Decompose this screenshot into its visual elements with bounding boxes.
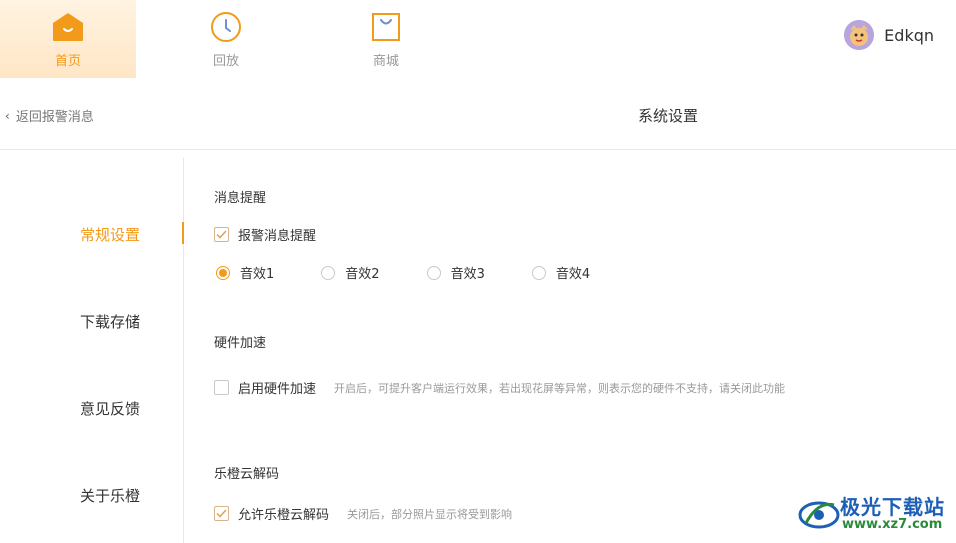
sound-option-1[interactable]: 音效1 — [216, 263, 274, 282]
nav-store-label: 商城 — [372, 54, 399, 69]
user-profile[interactable]: Edkqn — [844, 20, 934, 50]
sound-option-2[interactable]: 音效2 — [321, 263, 380, 282]
back-label: 返回报警消息 — [15, 110, 94, 125]
active-tab-indicator — [182, 222, 184, 244]
alarm-message-label: 报警消息提醒 — [238, 229, 317, 244]
shopping-bag-icon — [369, 10, 403, 44]
watermark-logo-icon — [798, 501, 840, 529]
sound-option-label: 音效3 — [450, 267, 485, 282]
home-icon — [51, 10, 85, 44]
watermark-text: 极光下载站 — [840, 495, 945, 519]
chevron-left-icon: ‹ — [5, 108, 10, 123]
top-navigation-bar: 首页 回放 商城 Edkqn — [0, 0, 956, 78]
hardware-acceleration-description: 开启后，可提升客户端运行效果，若出现花屏等异常，则表示您的硬件不支持，请关闭此功… — [334, 381, 786, 395]
page-title: 系统设置 — [638, 107, 699, 125]
sound-option-label: 音效4 — [555, 267, 591, 282]
section-title-hardware: 硬件加速 — [214, 336, 267, 351]
radio-selected-icon — [216, 265, 230, 280]
sidebar-item-about[interactable]: 关于乐橙 — [80, 485, 140, 506]
cartoon-avatar-icon — [844, 20, 875, 50]
section-title-message: 消息提醒 — [214, 191, 267, 206]
alarm-message-setting: 报警消息提醒 — [214, 225, 316, 244]
watermark: 极光下载站 www.xz7.com — [798, 487, 956, 543]
sound-option-3[interactable]: 音效3 — [426, 263, 485, 282]
nav-playback[interactable]: 回放 — [158, 0, 294, 78]
hardware-acceleration-setting: 启用硬件加速 开启后，可提升客户端运行效果，若出现花屏等异常，则表示您的硬件不支… — [214, 378, 785, 397]
nav-home[interactable]: 首页 — [0, 0, 136, 78]
nav-playback-label: 回放 — [212, 54, 239, 69]
section-title-cloud-decoding: 乐橙云解码 — [214, 467, 280, 482]
alarm-message-checkbox[interactable] — [214, 227, 229, 242]
watermark-url: www.xz7.com — [842, 517, 943, 532]
hardware-acceleration-checkbox[interactable] — [214, 380, 229, 395]
clock-icon — [209, 10, 243, 44]
cloud-decoding-setting: 允许乐橙云解码 关闭后，部分照片显示将受到影响 — [214, 504, 512, 523]
cloud-decoding-checkbox[interactable] — [214, 506, 229, 521]
user-name: Edkqn — [884, 25, 934, 45]
sound-option-label: 音效1 — [240, 267, 275, 282]
hardware-acceleration-label: 启用硬件加速 — [238, 382, 317, 397]
back-to-alarm-messages-link[interactable]: ‹ 返回报警消息 — [5, 106, 94, 126]
cloud-decoding-label: 允许乐橙云解码 — [238, 508, 330, 523]
nav-store[interactable]: 商城 — [318, 0, 454, 78]
nav-home-label: 首页 — [54, 54, 81, 69]
sub-header: ‹ 返回报警消息 系统设置 — [0, 78, 956, 150]
sidebar-item-feedback[interactable]: 意见反馈 — [80, 398, 140, 419]
sound-option-label: 音效2 — [345, 267, 380, 282]
sound-radio-group: 音效1 音效2 音效3 音效4 — [216, 263, 637, 282]
cloud-decoding-description: 关闭后，部分照片显示将受到影响 — [347, 507, 513, 521]
sidebar-item-general[interactable]: 常规设置 — [80, 224, 140, 245]
radio-empty-icon — [426, 265, 441, 280]
radio-empty-icon — [531, 265, 546, 280]
sidebar-item-download-storage[interactable]: 下载存储 — [80, 311, 140, 332]
sound-option-4[interactable]: 音效4 — [531, 263, 591, 282]
settings-sidebar: 常规设置 下载存储 意见反馈 关于乐橙 — [0, 158, 184, 543]
radio-empty-icon — [321, 265, 336, 280]
